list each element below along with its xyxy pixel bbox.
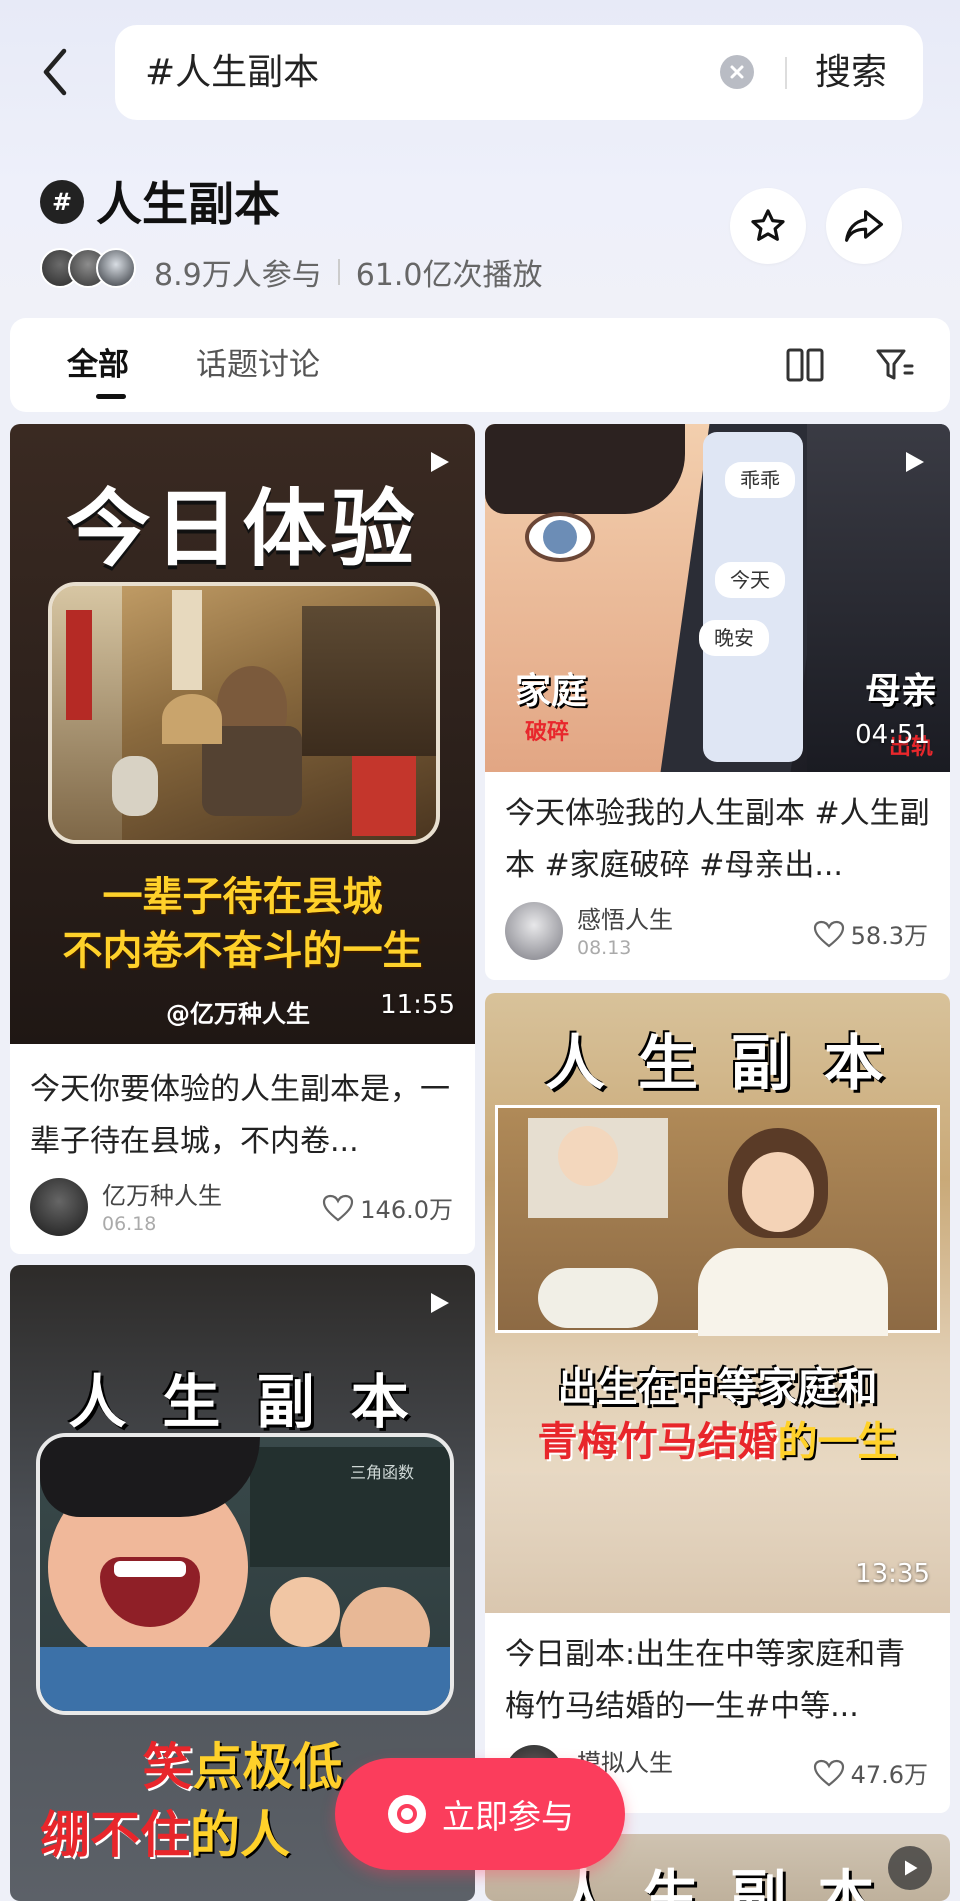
cover-watermark: @亿万种人生	[166, 1000, 310, 1028]
video-duration: 11:55	[380, 990, 455, 1020]
video-cover: 今日体验 一辈子待在县城 不内卷不奋斗的一生 @亿万种人生 11:55	[10, 424, 475, 1044]
like-count-value: 58.3万	[850, 922, 928, 950]
heart-icon	[323, 1194, 354, 1221]
back-button[interactable]	[30, 42, 80, 102]
cover-caption-2-yellow: 的一生	[777, 1419, 898, 1465]
chat-bubble: 乖乖	[725, 462, 795, 498]
video-cover: 人 生 副 本 出生在中等家庭和 青梅竹马结婚的一生 13:35	[485, 993, 950, 1613]
post-date: 06.18	[102, 1213, 157, 1235]
video-card[interactable]: 乖乖 今天 晚安 家庭 破碎 母亲 出轨 04:51 今天体验我的人生副本 #人…	[485, 424, 950, 980]
cover-caption-2-red: 绷不住	[40, 1806, 190, 1864]
search-bar[interactable]: #人生副本 搜索	[115, 25, 923, 120]
heart-icon	[813, 1759, 844, 1786]
cover-caption-2-red: 青梅竹马结婚	[537, 1419, 778, 1465]
join-now-label: 立即参与	[442, 1797, 574, 1836]
video-duration: 04:51	[855, 720, 930, 750]
clear-icon[interactable]	[720, 55, 754, 89]
video-title: 今日副本:出生在中等家庭和青梅竹马结婚的一生#中等...	[505, 1637, 906, 1724]
cover-caption-1-red: 笑	[142, 1738, 193, 1796]
play-icon	[888, 1846, 932, 1890]
cover-caption-1: 出生在中等家庭和	[557, 1365, 878, 1411]
author-name[interactable]: 亿万种人生	[102, 1176, 222, 1211]
stats-divider	[337, 259, 340, 285]
cover-illustration	[495, 1105, 940, 1336]
like-count[interactable]: 146.0万	[322, 1190, 453, 1225]
cover-heading: 人 生 副 本	[545, 1029, 890, 1099]
participants-count: 8.9万人参与	[154, 258, 322, 293]
chat-bubble: 晚安	[699, 620, 769, 656]
author-name[interactable]: 感悟人生	[577, 900, 673, 935]
dual-column-icon[interactable]	[780, 340, 830, 390]
cover-caption-1: 一辈子待在县城	[102, 874, 383, 920]
avatar	[96, 248, 136, 288]
play-icon	[431, 1293, 449, 1313]
video-cover: 乖乖 今天 晚安 家庭 破碎 母亲 出轨 04:51	[485, 424, 950, 772]
cover-illustration: 三角函数	[36, 1433, 454, 1715]
star-icon	[751, 209, 785, 241]
favorite-button[interactable]	[730, 188, 806, 264]
cover-text-left: 家庭	[515, 671, 588, 712]
filter-icon[interactable]	[870, 340, 920, 390]
heart-icon	[813, 920, 844, 947]
video-title: 今天体验我的人生副本 #人生副本 #家庭破碎 #母亲出...	[505, 796, 930, 883]
join-now-button[interactable]: 立即参与	[335, 1758, 625, 1870]
cover-caption-2-yellow: 的人	[190, 1806, 290, 1864]
play-icon	[431, 452, 449, 472]
share-icon	[844, 210, 883, 242]
post-date: 08.13	[577, 937, 632, 959]
play-icon	[906, 452, 924, 472]
author-avatar[interactable]	[30, 1178, 88, 1236]
cover-text-right: 母亲	[865, 671, 938, 712]
like-count[interactable]: 47.6万	[813, 1755, 928, 1790]
video-card[interactable]: 人 生 副 本 出生在中等家庭和 青梅竹马结婚的一生 13:35 今日副本:出生…	[485, 993, 950, 1813]
like-count[interactable]: 58.3万	[813, 916, 928, 951]
cover-heading: 人 生 副 本	[68, 1368, 417, 1436]
back-icon	[43, 48, 67, 96]
cover-caption-1-yellow: 点极低	[192, 1738, 343, 1796]
search-button[interactable]: 搜索	[805, 25, 897, 120]
search-input[interactable]: #人生副本	[145, 25, 319, 120]
cover-caption-2: 青梅竹马结婚的一生	[485, 1409, 950, 1467]
cover-caption-2: 不内卷不奋斗的一生	[62, 928, 423, 974]
blackboard-text: 三角函数	[350, 1463, 415, 1482]
cover-caption-2: 绷不住的人	[40, 1795, 290, 1867]
hashtag-icon: #	[40, 180, 84, 224]
video-duration: 13:35	[855, 1559, 930, 1589]
like-count-value: 47.6万	[850, 1761, 928, 1789]
tab-discussion[interactable]: 话题讨论	[196, 318, 320, 412]
share-button[interactable]	[826, 188, 902, 264]
cover-illustration	[48, 582, 440, 844]
search-divider	[785, 57, 787, 89]
topic-stats: 8.9万人参与 61.0亿次播放	[154, 250, 543, 294]
topic-title: 人生副本	[96, 177, 280, 231]
active-tab-indicator	[96, 394, 126, 399]
cover-heading: 今日体验	[66, 480, 419, 578]
chat-bubble: 今天	[715, 562, 785, 598]
tab-bar: 全部 话题讨论	[10, 318, 950, 412]
video-title: 今天你要体验的人生副本是，一辈子待在县城，不内卷...	[30, 1072, 450, 1159]
author-avatar[interactable]	[505, 902, 563, 960]
video-card[interactable]: 今日体验 一辈子待在县城 不内卷不奋斗的一生 @亿万种人生 11:55 今天你要…	[10, 424, 475, 1254]
plays-count: 61.0亿次播放	[355, 258, 543, 293]
camera-icon	[388, 1795, 426, 1833]
cover-text-left-red: 破碎	[525, 720, 570, 745]
like-count-value: 146.0万	[360, 1196, 453, 1224]
